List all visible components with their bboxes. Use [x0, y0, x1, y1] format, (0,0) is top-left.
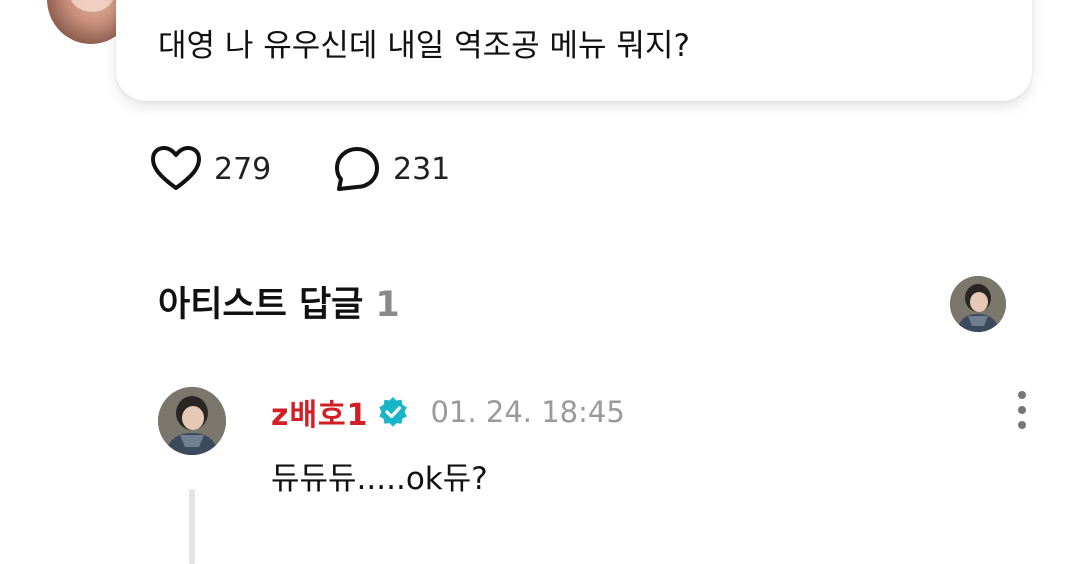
comment-button[interactable]: 231 [333, 144, 450, 194]
more-vertical-icon [1018, 391, 1026, 429]
artist-replies-title: 아티스트 답글 [158, 285, 364, 325]
like-count: 279 [214, 151, 272, 187]
speech-bubble-icon [335, 147, 379, 191]
reply-text: 듀듀듀.....ok듀? [271, 461, 488, 497]
reply-timestamp: 01. 24. 18:45 [430, 395, 625, 429]
thread-line [189, 489, 195, 564]
heart-outline-icon [151, 146, 201, 190]
comment-count: 231 [393, 151, 451, 187]
verified-badge-icon [378, 397, 407, 427]
reply-author-avatar[interactable] [158, 387, 226, 455]
post-text: 대영 나 유우신데 내일 역조공 메뉴 뭐지? [158, 28, 690, 64]
post-detail-page: 대영 나 유우신데 내일 역조공 메뉴 뭐지? 279 231 아티스트 답글 1 [0, 0, 1080, 564]
artist-avatar[interactable] [950, 276, 1006, 332]
reply-author-name[interactable]: z배호1 [271, 390, 369, 434]
artist-replies-count: 1 [375, 285, 400, 325]
reply-header: z배호1 01. 24. 18:45 [271, 390, 625, 434]
like-button[interactable]: 279 [150, 144, 271, 194]
more-options-button[interactable] [1005, 390, 1039, 430]
artist-replies-header: 아티스트 답글 1 [158, 281, 400, 329]
